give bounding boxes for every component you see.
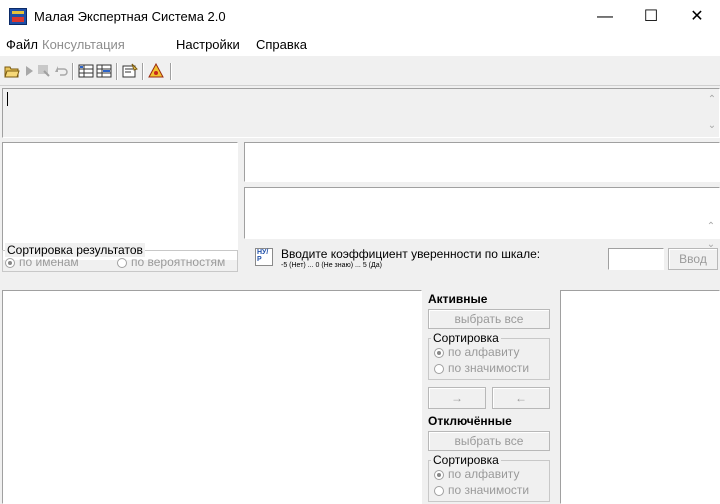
undo-icon[interactable] [53, 63, 69, 79]
confidence-prompt: Вводите коэффициент уверенности по шкале… [281, 247, 541, 261]
table-edit-icon[interactable] [96, 63, 112, 79]
active-sort-caption: Сортировка [431, 331, 501, 345]
scroll-up-icon[interactable]: ⌃ [704, 220, 718, 234]
comment-field[interactable]: ⌃ ⌄ [244, 187, 720, 250]
text-cursor [7, 92, 8, 106]
active-panel-title: Активные [428, 292, 488, 306]
minimize-button[interactable]: — [582, 0, 628, 34]
menu-bar: Файл Консультация Настройки Справка [0, 34, 720, 56]
menu-settings[interactable]: Настройки [176, 37, 240, 52]
toolbar-separator [142, 63, 144, 80]
disabled-sort-alpha-radio[interactable] [434, 470, 444, 480]
scale-hint-icon: НУ/Р [255, 248, 273, 266]
table-icon[interactable] [78, 63, 94, 79]
play-icon[interactable] [21, 63, 37, 79]
scroll-down-icon[interactable]: ⌄ [705, 119, 719, 133]
sort-by-name-radio[interactable] [5, 258, 15, 268]
scroll-up-icon[interactable]: ⌃ [705, 93, 719, 107]
disabled-select-all-button[interactable]: выбрать все [428, 431, 550, 451]
toolbar-separator [72, 63, 74, 80]
sort-by-name-label: по именам [19, 255, 79, 269]
disabled-panel-title: Отключённые [428, 414, 512, 428]
toolbar [0, 56, 720, 86]
active-sort-alpha-radio[interactable] [434, 348, 444, 358]
filter-panel: Активные выбрать все Сортировка по алфав… [424, 290, 556, 504]
question-text-area[interactable]: ⌃ ⌄ [2, 88, 720, 138]
open-folder-icon[interactable] [4, 63, 20, 79]
app-icon [9, 8, 27, 25]
evidence-list[interactable] [2, 290, 422, 504]
confidence-input[interactable] [608, 248, 664, 270]
disabled-sort-group: Сортировка по алфавиту по значимости [428, 453, 550, 502]
disabled-evidence-list[interactable] [560, 290, 720, 504]
enter-button[interactable]: Ввод [668, 248, 718, 270]
toolbar-separator [116, 63, 118, 80]
maximize-button[interactable]: ☐ [628, 0, 674, 34]
hypothesis-field[interactable] [244, 142, 720, 182]
sort-by-probability-label: по вероятностям [131, 255, 226, 269]
active-select-all-button[interactable]: выбрать все [428, 309, 550, 329]
disabled-sort-caption: Сортировка [431, 453, 501, 467]
active-sort-significance-label: по значимости [448, 361, 530, 375]
disabled-sort-significance-radio[interactable] [434, 486, 444, 496]
close-button[interactable]: ✕ [674, 0, 720, 34]
sort-results-group: Сортировка результатов по именам по веро… [2, 243, 238, 272]
active-sort-group: Сортировка по алфавиту по значимости [428, 331, 550, 380]
move-right-button[interactable]: → [428, 387, 486, 409]
menu-file[interactable]: Файл [6, 37, 38, 52]
active-sort-alpha-label: по алфавиту [448, 345, 520, 359]
menu-consultation[interactable]: Консультация [42, 37, 125, 52]
move-left-button[interactable]: ← [492, 387, 550, 409]
sort-by-probability-radio[interactable] [117, 258, 127, 268]
warning-icon[interactable] [148, 63, 164, 79]
title-bar: Малая Экспертная Система 2.0 — ☐ ✕ [0, 0, 720, 34]
toolbar-separator [170, 63, 172, 80]
settings-icon[interactable] [122, 63, 138, 79]
run-disabled-icon[interactable] [36, 63, 52, 79]
disabled-sort-alpha-label: по алфавиту [448, 467, 520, 481]
window-title: Малая Экспертная Система 2.0 [34, 9, 226, 24]
menu-help[interactable]: Справка [256, 37, 307, 52]
confidence-scale: -5 (Нет) ... 0 (Не знаю) ... 5 (Да) [281, 262, 382, 269]
disabled-sort-significance-label: по значимости [448, 483, 530, 497]
active-sort-significance-radio[interactable] [434, 364, 444, 374]
